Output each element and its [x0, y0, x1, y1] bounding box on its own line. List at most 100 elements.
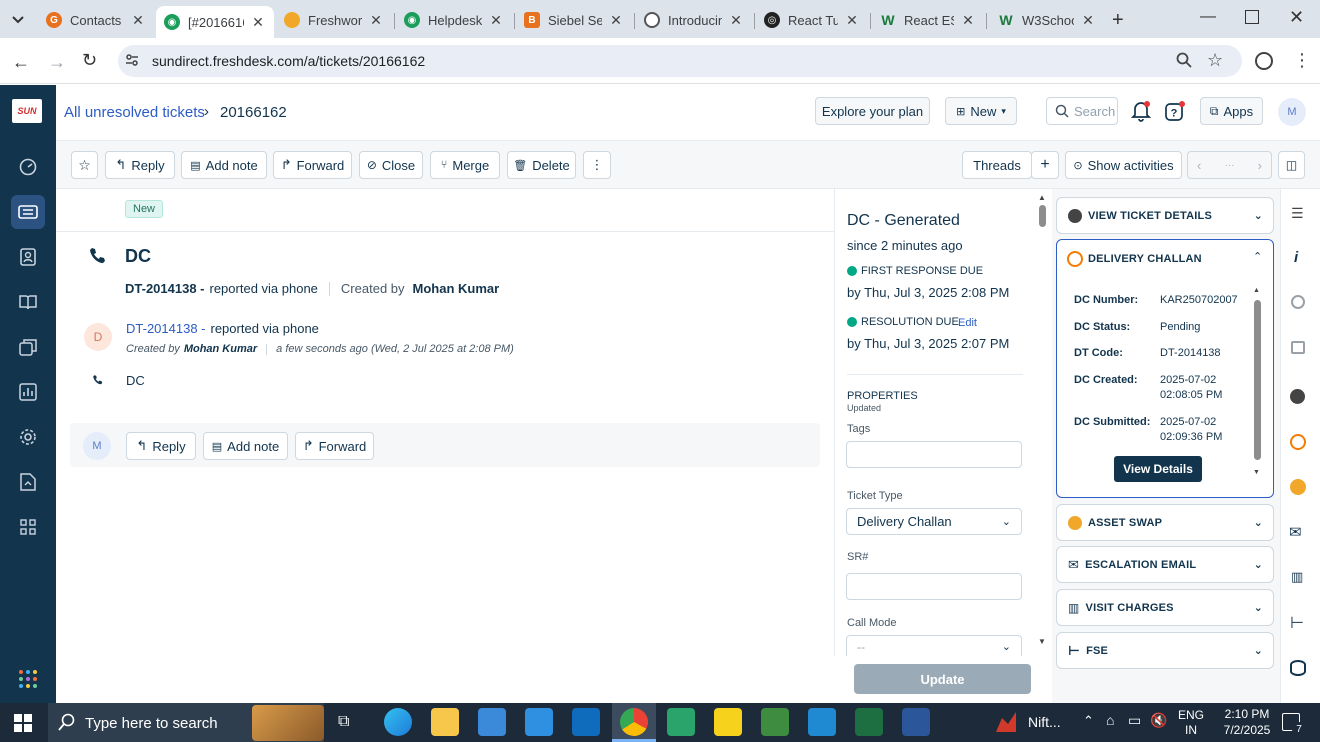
forward-icon[interactable]: → [48, 52, 66, 73]
nav-tickets-icon[interactable] [11, 195, 45, 229]
minimize-icon[interactable]: — [1200, 8, 1216, 26]
nav-contacts-icon[interactable] [11, 240, 45, 274]
view-ticket-details-card[interactable]: VIEW TICKET DETAILS ⌄ [1056, 197, 1274, 234]
add-note-bottom-button[interactable]: ▤ Add note [203, 432, 288, 460]
sr-input[interactable] [846, 573, 1022, 600]
add-thread-button[interactable]: + [1031, 151, 1059, 179]
new-dropdown-button[interactable]: ⊞ New ▾ [945, 97, 1017, 125]
user-avatar[interactable]: M [1278, 98, 1306, 126]
browser-tab[interactable]: ◎ React Tut ✕ [756, 6, 868, 34]
notepad-plus-icon[interactable] [761, 708, 789, 736]
update-button[interactable]: Update [854, 664, 1031, 694]
scroll-up-icon[interactable]: ▲ [1253, 287, 1260, 294]
site-info-icon[interactable] [124, 52, 140, 68]
info-icon[interactable]: i [1294, 249, 1298, 266]
fse-card[interactable]: ⊢ FSE ⌄ [1056, 632, 1274, 669]
breadcrumb-link[interactable]: All unresolved tickets [64, 104, 205, 121]
browser-tab[interactable]: Freshworks ✕ [276, 6, 392, 34]
media-icon[interactable] [667, 708, 695, 736]
scroll-up-icon[interactable]: ▲ [1038, 193, 1046, 202]
properties-scrollbar[interactable] [1039, 205, 1046, 227]
next-ticket-icon[interactable]: › [1258, 158, 1262, 173]
sun-logo[interactable]: SUN [12, 99, 42, 123]
nav-reports-icon[interactable] [11, 375, 45, 409]
network-icon[interactable]: ⌂ [1106, 712, 1114, 728]
close-tab-icon[interactable]: ✕ [728, 12, 744, 29]
volume-muted-icon[interactable]: 🔇 [1150, 712, 1167, 729]
apps-button[interactable]: ⧉ Apps [1200, 97, 1263, 125]
notifications-bell-icon[interactable] [1131, 100, 1151, 122]
threads-button[interactable]: Threads [962, 151, 1032, 179]
prev-ticket-icon[interactable]: ‹ [1197, 158, 1201, 173]
file-explorer-icon[interactable] [431, 708, 459, 736]
profile-icon[interactable] [1255, 52, 1273, 70]
delivery-challan-app-icon[interactable] [1290, 434, 1306, 450]
new-tab-icon[interactable]: + [1112, 9, 1124, 32]
store-icon[interactable] [478, 708, 506, 736]
browser-tab[interactable]: W W3Schools ✕ [990, 6, 1104, 34]
timer-icon[interactable] [1291, 295, 1305, 309]
toggle-panel-button[interactable]: ◫ [1278, 151, 1305, 179]
excel-icon[interactable] [855, 708, 883, 736]
task-view-icon[interactable]: ⧉ [338, 713, 349, 731]
windows-start-icon[interactable] [14, 714, 32, 732]
display-icon[interactable]: ▭ [1128, 712, 1141, 729]
help-icon[interactable]: ? [1164, 100, 1186, 122]
chrome-icon[interactable] [620, 708, 648, 736]
merge-button[interactable]: ⑂ Merge [430, 151, 500, 179]
asset-swap-app-icon[interactable] [1290, 479, 1306, 495]
explore-plan-button[interactable]: Explore your plan [815, 97, 930, 125]
scroll-down-icon[interactable]: ▼ [1038, 637, 1046, 646]
browser-tab[interactable]: Introducin ✕ [636, 6, 752, 34]
visit-charges-card[interactable]: ▥ VISIT CHARGES ⌄ [1056, 589, 1274, 626]
nav-forums-icon[interactable] [11, 330, 45, 364]
vscode-icon[interactable] [808, 708, 836, 736]
close-tab-icon[interactable]: ✕ [488, 12, 504, 29]
tags-input[interactable] [846, 441, 1022, 468]
delete-button[interactable]: 🗑 Delete [507, 151, 576, 179]
restore-icon[interactable] [1245, 10, 1259, 24]
nav-exports-icon[interactable] [11, 465, 45, 499]
browser-tab[interactable]: W React ES6 ✕ [872, 6, 984, 34]
stock-ticker-label[interactable]: Nift... [1028, 714, 1061, 730]
star-button[interactable]: ☆ [71, 151, 98, 179]
ticket-type-select[interactable]: Delivery Challan ⌄ [846, 508, 1022, 535]
close-tab-icon[interactable]: ✕ [844, 12, 860, 29]
outlook-icon[interactable] [572, 708, 600, 736]
edge-icon[interactable] [384, 708, 412, 736]
product-switcher-icon[interactable] [18, 669, 38, 689]
show-activities-button[interactable]: ⊙ Show activities [1065, 151, 1182, 179]
sticky-notes-icon[interactable] [714, 708, 742, 736]
scroll-down-icon[interactable]: ▼ [1253, 469, 1260, 476]
close-tab-icon[interactable]: ✕ [960, 12, 976, 29]
close-tab-icon[interactable]: ✕ [130, 12, 146, 29]
close-tab-icon[interactable]: ✕ [368, 12, 384, 29]
close-tab-icon[interactable]: ✕ [608, 12, 624, 29]
escalation-mail-app-icon[interactable]: ✉ [1289, 523, 1302, 541]
add-note-button[interactable]: ▤ Add note [181, 151, 267, 179]
bookmark-star-icon[interactable]: ☆ [1207, 50, 1223, 71]
fse-app-icon[interactable]: ⊢ [1290, 613, 1304, 633]
nav-dashboard-icon[interactable] [11, 150, 45, 184]
close-ticket-button[interactable]: ⊘ Close [359, 151, 423, 179]
close-tab-icon[interactable]: ✕ [1080, 12, 1096, 29]
mail-app-icon[interactable] [525, 708, 553, 736]
call-mode-select[interactable]: -- ⌄ [846, 635, 1022, 657]
chrome-menu-icon[interactable]: ⋮ [1293, 50, 1311, 71]
search-box[interactable]: Search [1046, 97, 1118, 125]
visit-charges-app-icon[interactable]: ▥ [1291, 569, 1303, 585]
view-details-button[interactable]: View Details [1114, 456, 1202, 482]
escalation-email-card[interactable]: ✉ ESCALATION EMAIL ⌄ [1056, 546, 1274, 583]
chevron-up-icon[interactable]: ⌃ [1253, 250, 1262, 263]
close-tab-icon[interactable]: ✕ [250, 14, 266, 31]
browser-tab-active[interactable]: ◉ [#20166162] ✕ [156, 6, 274, 38]
calendar-icon[interactable] [1291, 341, 1305, 354]
browser-tab[interactable]: ◉ Helpdesk ✕ [396, 6, 512, 34]
zoom-icon[interactable] [1176, 52, 1192, 68]
edit-link[interactable]: Edit [958, 317, 977, 329]
tray-overflow-icon[interactable]: ⌃ [1083, 713, 1094, 729]
browser-tab[interactable]: G Contacts ✕ [38, 6, 154, 34]
browser-tab[interactable]: B Siebel Ser ✕ [516, 6, 632, 34]
filter-sliders-icon[interactable]: ☰ [1291, 205, 1304, 222]
delivery-challan-scrollbar[interactable] [1254, 300, 1261, 460]
